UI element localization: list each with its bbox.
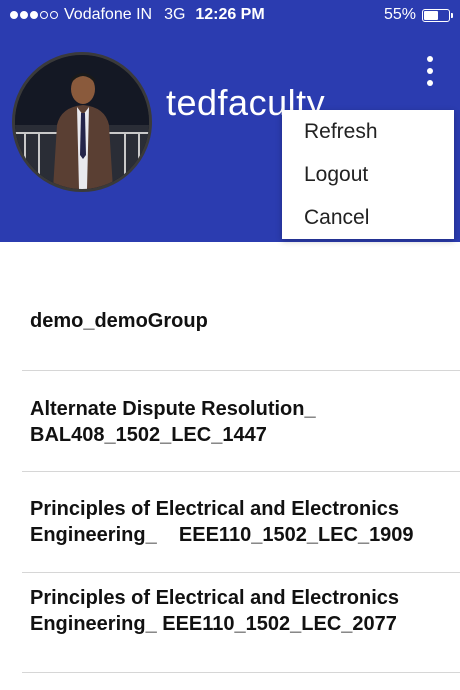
divider (22, 672, 460, 673)
group-title: Principles of Electrical and Electronics… (30, 587, 400, 635)
group-title: demo_demoGroup (30, 310, 208, 332)
battery-percent: 55% (383, 6, 416, 23)
menu-item-cancel[interactable]: Cancel (282, 196, 454, 239)
profile-photo-icon (15, 55, 149, 189)
status-bar: Vodafone IN 3G 12:26 PM 55% (0, 0, 460, 30)
list-item[interactable]: Principles of Electrical and Electronics… (0, 573, 460, 673)
group-title: Alternate Dispute Resolution_ BAL408_150… (30, 398, 316, 446)
list-item[interactable]: demo_demoGroup (0, 242, 460, 370)
battery-icon (422, 8, 453, 22)
group-title: Principles of Electrical and Electronics… (30, 498, 414, 546)
avatar[interactable] (12, 52, 152, 192)
list-item[interactable]: Alternate Dispute Resolution_ BAL408_150… (0, 371, 460, 471)
overflow-menu: Refresh Logout Cancel (282, 110, 454, 239)
more-vertical-icon[interactable] (418, 56, 442, 86)
battery-info: 55% (383, 6, 453, 24)
menu-item-refresh[interactable]: Refresh (282, 110, 454, 153)
list-item[interactable]: Principles of Electrical and Electronics… (0, 472, 460, 572)
menu-item-logout[interactable]: Logout (282, 153, 454, 196)
